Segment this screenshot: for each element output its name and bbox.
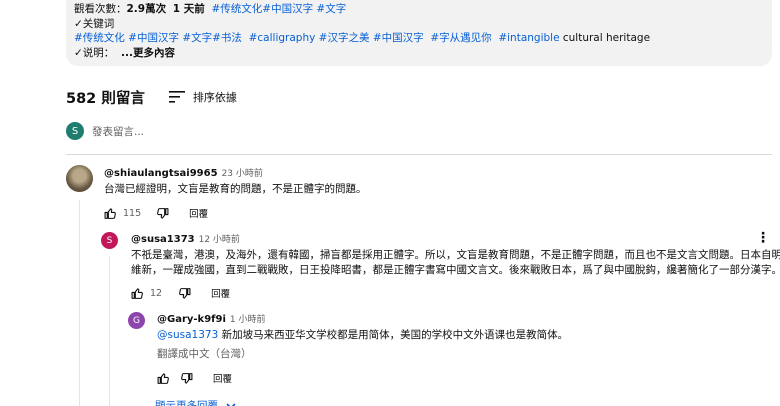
- show-more-replies-button[interactable]: 顯示更多回覆: [155, 398, 236, 406]
- show-more-replies-label: 顯示更多回覆: [155, 400, 218, 406]
- translate-button[interactable]: 翻譯成中文（台灣）: [157, 346, 767, 361]
- hashtag[interactable]: #中国汉字: [373, 32, 424, 44]
- avatar[interactable]: S: [101, 232, 118, 249]
- comment-text: 台灣已經證明，文盲是教育的問題，不是正體字的問題。: [104, 183, 367, 195]
- dislike-button[interactable]: [178, 287, 191, 300]
- mention-link[interactable]: @susa1373: [157, 329, 218, 341]
- comment-author[interactable]: @susa1373: [131, 234, 195, 245]
- note-label: ✓说明：: [74, 46, 115, 59]
- comment-time[interactable]: 1 小時前: [230, 312, 266, 325]
- comment: @shiaulangtsai9965 23 小時前 台灣已經證明，文盲是教育的問…: [104, 166, 764, 220]
- thumbs-down-icon: [179, 287, 191, 299]
- views-value: 2.9萬次: [126, 3, 167, 15]
- hashtag[interactable]: #汉字之美: [319, 32, 370, 44]
- like-button[interactable]: 12: [131, 287, 162, 300]
- hashtag[interactable]: #字从遇见你: [430, 32, 491, 44]
- reply-button[interactable]: 回覆: [213, 371, 232, 385]
- views-row: 觀看次數：2.9萬次 1 天前 #传统文化#中国汉字 #文字: [74, 2, 772, 17]
- add-comment-row: S 發表留言...: [66, 122, 766, 140]
- thread-line: [79, 200, 80, 406]
- sort-label: 排序依據: [192, 91, 237, 104]
- avatar[interactable]: [66, 165, 93, 192]
- thread-line: [109, 256, 110, 406]
- avatar: S: [66, 122, 84, 140]
- hashtag[interactable]: #文字#书法: [182, 32, 242, 44]
- dislike-button[interactable]: [156, 207, 169, 220]
- note-row: ✓说明： ...更多內容: [74, 46, 772, 61]
- comment-time[interactable]: 12 小時前: [199, 232, 240, 245]
- tags-tail: cultural heritage: [562, 32, 651, 44]
- sort-icon: [168, 91, 185, 103]
- comment: @susa1373 12 小時前 不祇是臺灣，港澳，及海外，還有韓國，掃盲都是採…: [131, 232, 780, 300]
- comment-count: 582 則留言: [66, 90, 145, 107]
- reply-button[interactable]: 回覆: [189, 206, 208, 220]
- show-more-button[interactable]: ...更多內容: [121, 47, 175, 59]
- thumbs-up-icon: [157, 372, 169, 384]
- hashtag[interactable]: #中国汉字: [128, 32, 179, 44]
- header-tag[interactable]: #中国汉字: [262, 3, 313, 15]
- like-button[interactable]: 115: [104, 207, 141, 220]
- dislike-button[interactable]: [180, 372, 193, 385]
- tags-row: #传统文化 #中国汉字 #文字#书法 #calligraphy #汉字之美 #中…: [74, 31, 772, 46]
- upload-date: 1 天前: [172, 3, 205, 15]
- header-tag[interactable]: #文字: [316, 3, 346, 15]
- divider: [66, 154, 772, 155]
- comment-author[interactable]: @Gary-k9f9i: [157, 314, 226, 325]
- sort-button[interactable]: 排序依據: [168, 89, 237, 105]
- hashtag[interactable]: #传统文化: [74, 32, 125, 44]
- header-tag[interactable]: #传统文化: [211, 3, 262, 15]
- comments-header: 582 則留言 排序依據: [66, 86, 237, 108]
- chevron-down-icon: [226, 402, 236, 406]
- comment-time[interactable]: 23 小時前: [222, 166, 263, 179]
- keywords-label: ✓关键词: [74, 17, 115, 30]
- avatar[interactable]: G: [128, 312, 145, 329]
- reply-button[interactable]: 回覆: [211, 286, 230, 300]
- thumbs-up-icon: [131, 287, 143, 299]
- comment-text-line: 不祇是臺灣，港澳，及海外，還有韓國，掃盲都是採用正體字。所以，文盲是教育問題，不…: [131, 249, 780, 261]
- thumbs-up-icon: [104, 207, 116, 219]
- hashtag[interactable]: #calligraphy: [249, 32, 316, 44]
- more-actions-icon[interactable]: ⋮: [756, 231, 770, 245]
- add-comment-input[interactable]: 發表留言...: [92, 124, 144, 139]
- comment: @Gary-k9f9i 1 小時前 @susa1373 新加坡马来西亚华文学校都…: [157, 312, 767, 385]
- views-label: 觀看次數：: [74, 3, 127, 15]
- like-count: 12: [150, 287, 163, 299]
- comment-text-line: 維新，一躍成強國，直到二戰戰敗，日王投降昭書，都是正體字書寫中國文言文。後來戰敗…: [131, 264, 780, 276]
- comment-author[interactable]: @shiaulangtsai9965: [104, 168, 218, 179]
- thumbs-down-icon: [181, 372, 193, 384]
- hashtag[interactable]: #intangible: [498, 32, 559, 44]
- thumbs-down-icon: [157, 207, 169, 219]
- video-description[interactable]: 觀看次數：2.9萬次 1 天前 #传统文化#中国汉字 #文字 ✓关键词 #传统文…: [66, 0, 772, 66]
- like-count: 115: [123, 207, 142, 219]
- comment-text: 新加坡马来西亚华文学校都是用简体，美国的学校中文外语课也是教简体。: [218, 329, 569, 341]
- like-button[interactable]: [157, 372, 170, 385]
